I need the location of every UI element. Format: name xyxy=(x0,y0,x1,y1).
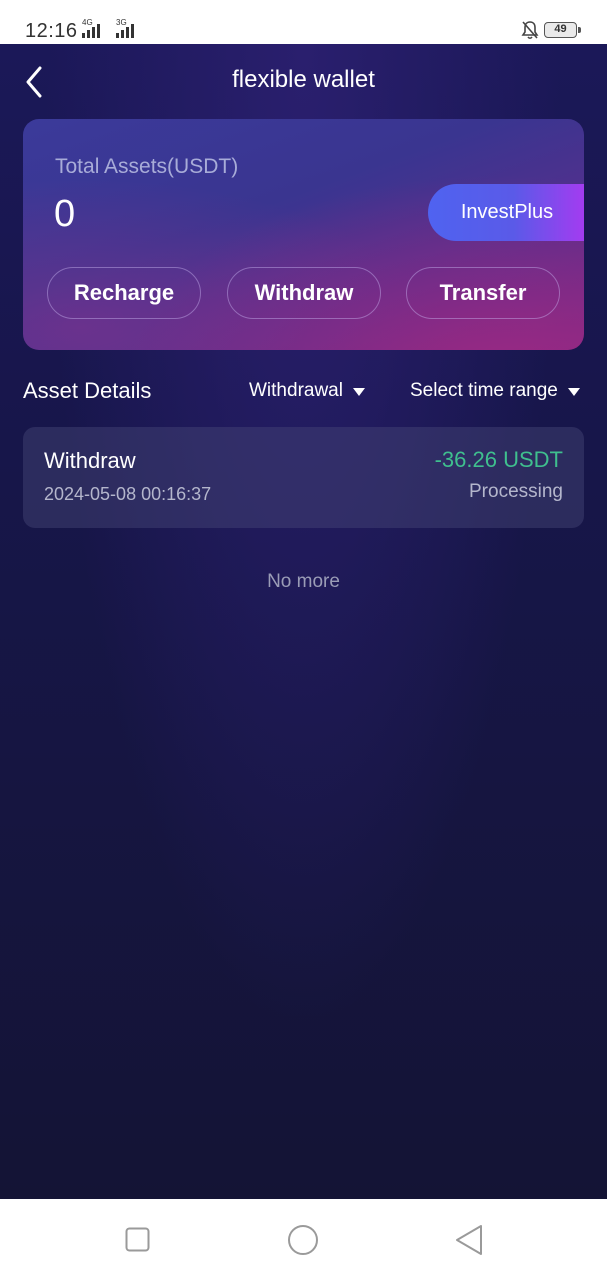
status-bar: 12:16 4G 3G 49 xyxy=(0,0,607,44)
wallet-actions: Recharge Withdraw Transfer xyxy=(47,267,560,319)
type-filter-label: Withdrawal xyxy=(249,380,343,401)
network-type-label: 3G xyxy=(116,18,127,27)
circle-icon[interactable] xyxy=(287,1224,319,1256)
list-item[interactable]: Withdraw 2024-05-08 00:16:37 -36.26 USDT… xyxy=(23,427,584,528)
network-type-label: 4G xyxy=(82,18,93,27)
record-date: 2024-05-08 00:16:37 xyxy=(44,484,212,504)
investplus-button[interactable]: InvestPlus xyxy=(428,184,584,241)
battery-icon: 49 xyxy=(544,22,581,38)
nav-header: flexible wallet xyxy=(0,44,607,120)
time-range-dropdown[interactable]: Select time range xyxy=(410,380,580,402)
asset-details-title: Asset Details xyxy=(23,378,152,403)
recharge-button[interactable]: Recharge xyxy=(47,267,201,319)
square-icon[interactable] xyxy=(125,1227,150,1252)
record-type: Withdraw xyxy=(44,448,136,473)
bell-muted-icon xyxy=(521,21,539,40)
wallet-screen: flexible wallet Total Assets(USDT) 0 Inv… xyxy=(0,44,607,1199)
triangle-back-icon[interactable] xyxy=(454,1224,484,1256)
asset-details-header: Asset Details Withdrawal Select time ran… xyxy=(0,374,607,410)
record-amount: -36.26 USDT xyxy=(434,447,563,472)
time-range-label: Select time range xyxy=(410,380,558,401)
total-assets-card: Total Assets(USDT) 0 InvestPlus Recharge… xyxy=(23,119,584,350)
total-assets-label: Total Assets(USDT) xyxy=(55,155,239,178)
total-assets-value: 0 xyxy=(54,193,76,235)
withdraw-button[interactable]: Withdraw xyxy=(227,267,381,319)
signal-3g-icon: 3G xyxy=(116,18,134,38)
transfer-button[interactable]: Transfer xyxy=(406,267,560,319)
system-nav-bar xyxy=(0,1199,607,1280)
list-end-label: No more xyxy=(267,571,340,592)
caret-down-icon xyxy=(567,388,580,396)
status-time: 12:16 xyxy=(25,20,78,42)
type-filter-dropdown[interactable]: Withdrawal xyxy=(249,380,365,402)
page-title: flexible wallet xyxy=(232,66,375,93)
record-status: Processing xyxy=(469,481,563,502)
signal-4g-icon: 4G xyxy=(82,18,100,38)
caret-down-icon xyxy=(352,388,365,396)
